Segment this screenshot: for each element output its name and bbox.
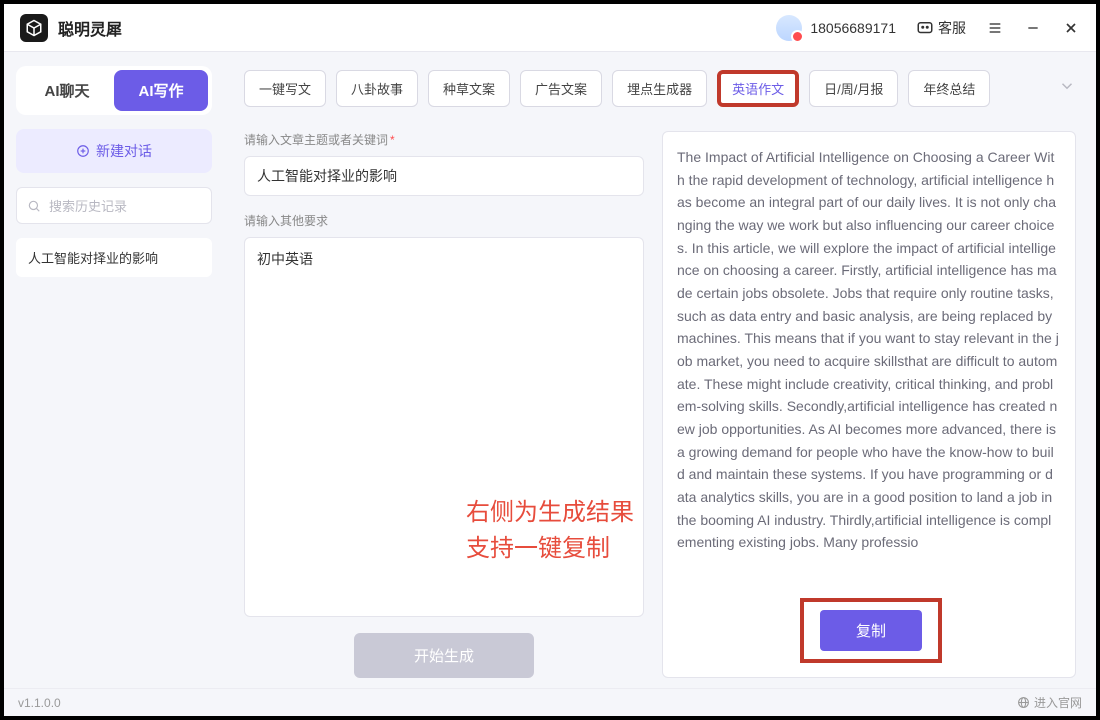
support-button[interactable]: 客服 (916, 18, 966, 38)
title-left: 聪明灵犀 (20, 14, 122, 42)
category-gossip-story[interactable]: 八卦故事 (336, 70, 418, 107)
sidebar: AI聊天 AI写作 新建对话 搜索历史记录 人工智能对择业的影响 (4, 52, 224, 688)
result-column: The Impact of Artificial Intelligence on… (662, 131, 1076, 678)
topic-input[interactable] (244, 156, 644, 196)
user-phone: 18056689171 (810, 20, 896, 36)
copy-button[interactable]: 复制 (820, 610, 922, 651)
mode-tabs: AI聊天 AI写作 (16, 66, 212, 115)
search-history-input[interactable]: 搜索历史记录 (16, 187, 212, 224)
category-english-essay[interactable]: 英语作文 (717, 70, 799, 107)
category-ad-copy[interactable]: 广告文案 (520, 70, 602, 107)
app-name: 聪明灵犀 (58, 16, 122, 40)
category-year-summary[interactable]: 年终总结 (908, 70, 990, 107)
new-chat-label: 新建对话 (96, 141, 152, 161)
search-placeholder: 搜索历史记录 (49, 196, 127, 215)
result-box: The Impact of Artificial Intelligence on… (662, 131, 1076, 678)
title-bar: 聪明灵犀 18056689171 客服 (4, 4, 1096, 52)
user-block[interactable]: 18056689171 (776, 15, 896, 41)
extra-textarea[interactable] (244, 237, 644, 617)
close-button[interactable] (1062, 19, 1080, 37)
category-event-gen[interactable]: 埋点生成器 (612, 70, 707, 107)
minimize-button[interactable] (1024, 19, 1042, 37)
globe-icon (1017, 696, 1030, 709)
category-report[interactable]: 日/周/月报 (809, 70, 898, 107)
tab-ai-write[interactable]: AI写作 (114, 70, 208, 111)
history-item[interactable]: 人工智能对择业的影响 (16, 238, 212, 277)
main-panel: 一键写文 八卦故事 种草文案 广告文案 埋点生成器 英语作文 日/周/月报 年终… (224, 52, 1096, 688)
generate-button[interactable]: 开始生成 (354, 633, 534, 678)
avatar-icon (776, 15, 802, 41)
category-expand-button[interactable] (1058, 77, 1076, 100)
chevron-down-icon (1058, 77, 1076, 95)
search-icon (27, 199, 41, 213)
support-label: 客服 (938, 18, 966, 38)
tab-ai-chat[interactable]: AI聊天 (20, 70, 114, 111)
title-right: 18056689171 客服 (776, 15, 1080, 41)
copy-highlight: 复制 (800, 598, 942, 663)
topic-label: 请输入文章主题或者关键词* (244, 131, 644, 148)
app-logo (20, 14, 48, 42)
official-site-link[interactable]: 进入官网 (1017, 694, 1082, 711)
category-onekey-write[interactable]: 一键写文 (244, 70, 326, 107)
extra-label: 请输入其他要求 (244, 212, 644, 229)
status-bar: v1.1.0.0 进入官网 (4, 688, 1096, 716)
category-row: 一键写文 八卦故事 种草文案 广告文案 埋点生成器 英语作文 日/周/月报 年终… (244, 70, 1076, 107)
new-chat-button[interactable]: 新建对话 (16, 129, 212, 173)
input-column: 请输入文章主题或者关键词* 请输入其他要求 右侧为生成结果 支持一键复制 开始生… (244, 131, 644, 678)
result-text[interactable]: The Impact of Artificial Intelligence on… (677, 146, 1065, 584)
version-label: v1.1.0.0 (18, 696, 61, 710)
category-seed-copy[interactable]: 种草文案 (428, 70, 510, 107)
menu-button[interactable] (986, 19, 1004, 37)
